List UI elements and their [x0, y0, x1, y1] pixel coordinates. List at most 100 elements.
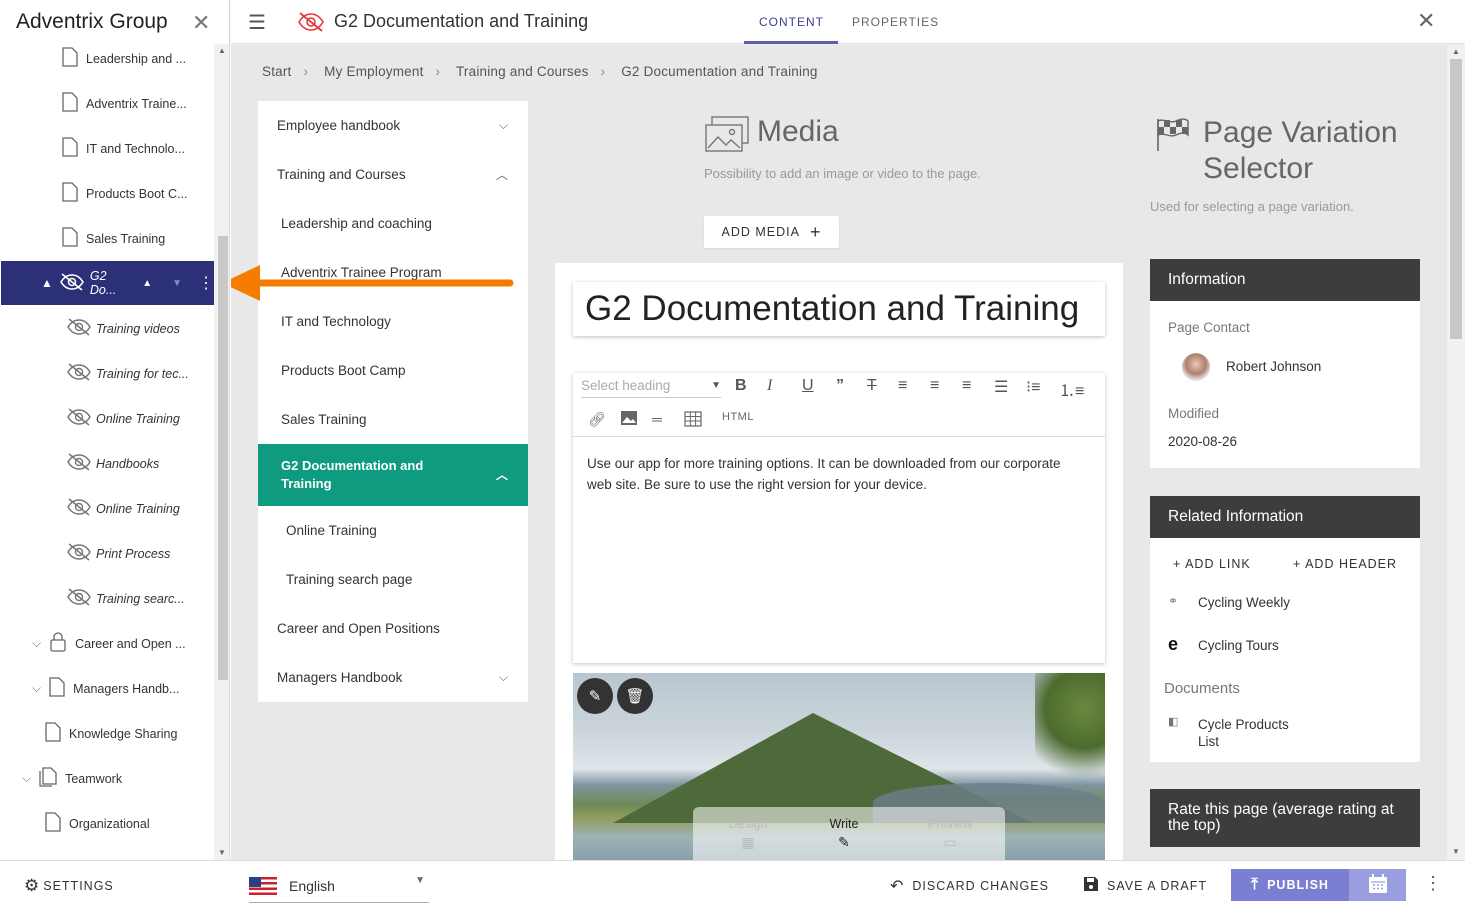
tree-item[interactable]: ⌵ Career and Open ...	[32, 621, 186, 666]
tree-item[interactable]: Organizational	[45, 801, 150, 846]
related-document[interactable]: Cycle Products List	[1198, 716, 1308, 750]
us-flag-icon	[249, 876, 277, 895]
page-title-field[interactable]: G2 Documentation and Training	[573, 282, 1105, 336]
tab-properties[interactable]: PROPERTIES	[852, 15, 939, 29]
horizontal-rule-icon[interactable]: ═	[652, 411, 662, 427]
align-left-icon[interactable]: ≡	[898, 377, 907, 395]
collapse-icon[interactable]: ▲	[41, 276, 53, 290]
nav-item[interactable]: Employee handbook ⌵	[258, 101, 528, 150]
preview-mode-button[interactable]: Preview ▭	[915, 817, 985, 851]
chevron-down-icon[interactable]: ⌵	[499, 670, 508, 685]
add-link-button[interactable]: + ADD LINK	[1173, 557, 1251, 571]
add-media-button[interactable]: ADD MEDIA +	[704, 216, 839, 248]
strikethrough-icon[interactable]: T	[867, 377, 877, 395]
align-right-icon[interactable]: ≡	[962, 377, 971, 395]
tree-item-selected[interactable]: ▲ G2 Do... ▲ ▼ ⋮	[1, 261, 214, 305]
heading-select[interactable]: Select heading ▼	[581, 378, 721, 398]
tree-item[interactable]: Online Training	[66, 486, 180, 531]
align-center-icon[interactable]: ≡	[930, 377, 939, 395]
edit-image-icon[interactable]: ✎	[577, 678, 613, 714]
scroll-down-icon[interactable]: ▼	[218, 848, 226, 857]
tree-item[interactable]: Online Training	[66, 396, 180, 441]
chevron-up-icon[interactable]: ︿	[496, 166, 508, 183]
avatar[interactable]	[1182, 353, 1210, 381]
main-scroll-thumb[interactable]	[1450, 59, 1462, 339]
add-header-button[interactable]: + ADD HEADER	[1293, 557, 1397, 571]
tree-item[interactable]: Leadership and ...	[62, 36, 186, 81]
nav-item[interactable]: Products Boot Camp	[258, 346, 528, 395]
nav-item[interactable]: Sales Training	[258, 395, 528, 444]
move-down-icon[interactable]: ▼	[172, 278, 182, 289]
publish-button[interactable]: ⤒ PUBLISH	[1231, 869, 1349, 901]
tree-item[interactable]: Knowledge Sharing	[45, 711, 177, 756]
hamburger-menu-icon[interactable]: ☰	[248, 10, 266, 35]
breadcrumb-item[interactable]: G2 Documentation and Training	[621, 64, 817, 79]
chevron-down-icon[interactable]: ⌵	[499, 118, 508, 133]
related-link[interactable]: Cycling Tours	[1198, 638, 1279, 653]
rich-text-editor[interactable]: Select heading ▼ B I U ” T ≡ ≡ ≡ ☰ ⁝≡ ⒈≡ …	[573, 373, 1105, 663]
nav-item[interactable]: Online Training	[258, 506, 528, 555]
schedule-button[interactable]	[1349, 869, 1406, 901]
table-icon[interactable]	[684, 411, 702, 430]
related-link[interactable]: Cycling Weekly	[1198, 595, 1290, 610]
contact-name[interactable]: Robert Johnson	[1226, 359, 1321, 374]
numbered-list-icon[interactable]: ⒈≡	[1059, 377, 1084, 401]
design-mode-button[interactable]: Design ▦	[713, 817, 783, 851]
tree-scroll-thumb[interactable]	[218, 236, 228, 680]
underline-icon[interactable]: U	[802, 377, 814, 395]
nav-item[interactable]: Career and Open Positions	[258, 604, 528, 653]
scroll-up-icon[interactable]: ▲	[1452, 47, 1460, 56]
write-mode-button[interactable]: Write ✎	[809, 817, 879, 851]
delete-image-icon[interactable]: 🗑︎	[617, 678, 653, 714]
nav-item[interactable]: Managers Handbook ⌵	[258, 653, 528, 702]
nav-item-label: Sales Training	[281, 412, 367, 427]
settings-button[interactable]: ⚙ SETTINGS	[24, 876, 114, 896]
tree-item[interactable]: Sales Training	[62, 216, 165, 261]
tree-item[interactable]: Training for tec...	[66, 351, 189, 396]
active-tab-indicator	[744, 41, 838, 44]
chevron-down-icon[interactable]: ⌵	[22, 771, 31, 786]
more-vert-icon[interactable]: ⋮	[198, 273, 214, 293]
tree-item[interactable]: Products Boot C...	[62, 171, 187, 216]
main-scrollbar[interactable]: ▲ ▼	[1447, 45, 1465, 860]
chevron-down-icon[interactable]: ⌵	[32, 636, 41, 651]
close-tree-icon[interactable]: ✕	[192, 10, 210, 36]
italic-icon[interactable]: I	[767, 377, 772, 395]
scroll-up-icon[interactable]: ▲	[218, 46, 226, 55]
breadcrumb-item[interactable]: Training and Courses	[456, 64, 589, 79]
align-justify-icon[interactable]: ☰	[994, 377, 1008, 397]
tree-item[interactable]: Adventrix Traine...	[62, 81, 187, 126]
nav-item[interactable]: Training search page	[258, 555, 528, 604]
move-up-icon[interactable]: ▲	[142, 278, 152, 289]
page-contact-label: Page Contact	[1168, 320, 1250, 335]
more-vert-icon[interactable]: ⋮	[1424, 873, 1442, 894]
scroll-down-icon[interactable]: ▼	[1452, 847, 1460, 856]
html-mode-button[interactable]: HTML	[722, 411, 754, 423]
nav-item-active[interactable]: G2 Documentation and Training ︿	[258, 444, 528, 506]
language-select[interactable]: English ▼	[249, 869, 429, 903]
blockquote-icon[interactable]: ”	[836, 377, 844, 395]
close-icon[interactable]: ✕	[1417, 8, 1435, 34]
tree-item[interactable]: Print Process	[66, 531, 170, 576]
chevron-up-icon[interactable]: ︿	[496, 466, 508, 484]
tree-item[interactable]: ⌵ Managers Handb...	[32, 666, 179, 711]
bullet-list-icon[interactable]: ⁝≡	[1026, 377, 1040, 397]
link-icon[interactable]: 🔗︎	[588, 411, 606, 428]
tree-item[interactable]: Training videos	[66, 306, 180, 351]
nav-item[interactable]: Training and Courses ︿	[258, 150, 528, 199]
tree-item[interactable]: Handbooks	[66, 441, 159, 486]
discard-changes-button[interactable]: ↶ DISCARD CHANGES	[890, 876, 1049, 896]
link-icon: ⚭	[1168, 594, 1179, 608]
tree-item[interactable]: Training searc...	[66, 576, 185, 621]
tab-content[interactable]: CONTENT	[759, 15, 824, 29]
save-draft-button[interactable]: SAVE A DRAFT	[1083, 876, 1207, 895]
nav-item[interactable]: Leadership and coaching	[258, 199, 528, 248]
breadcrumb-item[interactable]: My Employment	[324, 64, 423, 79]
chevron-down-icon[interactable]: ⌵	[32, 681, 41, 696]
insert-image-icon[interactable]	[621, 411, 637, 428]
editor-body[interactable]: Use our app for more training options. I…	[587, 453, 1087, 495]
tree-item[interactable]: IT and Technolo...	[62, 126, 185, 171]
bold-icon[interactable]: B	[735, 377, 747, 395]
tree-item[interactable]: ⌵ Teamwork	[22, 756, 122, 801]
breadcrumb-item[interactable]: Start	[262, 64, 292, 79]
